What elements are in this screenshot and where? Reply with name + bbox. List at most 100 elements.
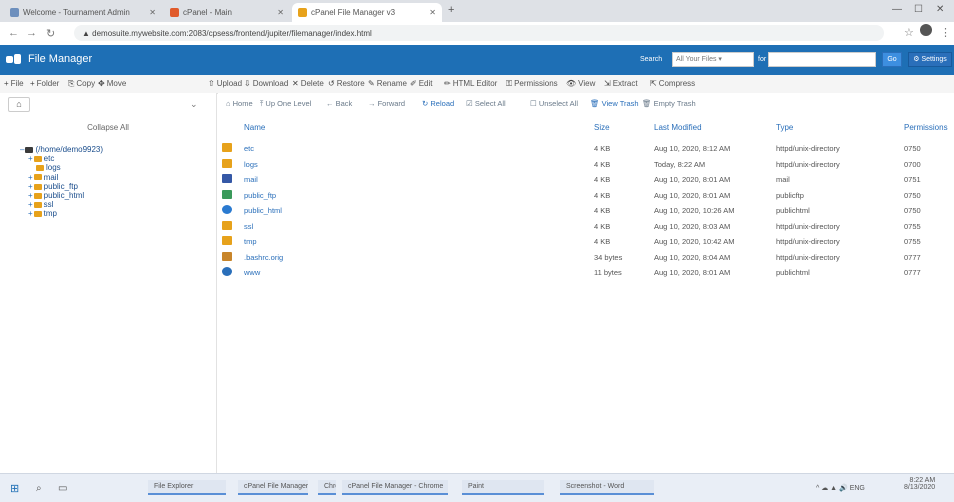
tree-item[interactable]: + etc (28, 154, 54, 163)
select-all-button[interactable]: ☑ Select All (466, 99, 506, 108)
start-button[interactable]: ⊞ (10, 480, 19, 496)
permissions-button[interactable]: ⚿ Permissions (506, 79, 558, 89)
download-button[interactable]: ⇩ Download (244, 79, 288, 88)
tree-item[interactable]: – (/home/demo9923) (20, 145, 103, 154)
browser-menu-icon[interactable]: ⋮ (940, 26, 951, 39)
chevron-down-icon[interactable]: ⌄ (190, 99, 198, 110)
restore-button[interactable]: ↺ Restore (328, 79, 365, 88)
column-header-size[interactable]: Size (594, 123, 610, 132)
search-scope-select[interactable]: All Your Files ▾ (672, 52, 754, 67)
home-button[interactable]: ⌂ Home (226, 99, 253, 108)
expand-icon[interactable]: + (28, 182, 33, 191)
taskbar-app-button[interactable]: Screenshot - Word (560, 480, 654, 495)
column-header-permissions[interactable]: Permissions (904, 123, 948, 132)
browser-tab-2[interactable]: cPanel - Main ✕ (164, 3, 290, 22)
collapse-all-link[interactable]: Collapse All (0, 123, 216, 132)
column-header-name[interactable]: Name (244, 123, 265, 132)
table-row[interactable]: ssl 4 KB Aug 10, 2020, 8:03 AM httpd/unix-d… (218, 218, 954, 234)
file-size: 4 KB (594, 221, 611, 231)
expand-icon[interactable]: + (28, 200, 33, 209)
restore-icon: ↺ (328, 79, 335, 88)
trash-icon: 🗑 (642, 99, 652, 108)
file-last-modified: Aug 10, 2020, 10:42 AM (654, 237, 735, 246)
folder-icon (33, 174, 42, 181)
folder-icon (33, 192, 42, 199)
new-folder-button[interactable]: + Folder (30, 79, 59, 88)
html-editor-button[interactable]: ✏ HTML Editor (444, 79, 497, 88)
column-header-last-modified[interactable]: Last Modified (654, 123, 702, 132)
column-header-type[interactable]: Type (776, 123, 793, 132)
new-file-button[interactable]: + File (4, 79, 24, 88)
view-trash-button[interactable]: 🗑 View Trash (590, 99, 639, 108)
table-row[interactable]: etc 4 KB Aug 10, 2020, 8:12 AM httpd/unix-d… (218, 140, 954, 156)
system-tray[interactable]: ^ ☁ ▲ 🔊 ENG (816, 480, 865, 496)
cpanel-logo-icon[interactable] (6, 53, 22, 66)
tab-close-icon[interactable]: ✕ (277, 8, 284, 17)
tree-item[interactable]: + tmp (28, 209, 57, 218)
copy-button[interactable]: ⎘ Copy (68, 79, 95, 89)
expand-icon[interactable]: + (28, 154, 33, 163)
edit-button[interactable]: ✐ Edit (410, 79, 433, 88)
tree-item-label: public_html (43, 191, 85, 200)
file-name: logs (244, 159, 258, 169)
tree-item[interactable]: + public_ftp (28, 182, 78, 191)
taskbar-app-button[interactable]: File Explorer (148, 480, 226, 495)
search-icon[interactable]: ⌕ (36, 480, 42, 496)
taskbar-app-button[interactable]: Paint (462, 480, 544, 495)
minimize-button[interactable]: — (892, 4, 902, 15)
reload-list-button[interactable]: ↻ Reload (422, 99, 454, 108)
table-row[interactable]: mail 4 KB Aug 10, 2020, 8:01 AM mail 0751 (218, 171, 954, 187)
bookmark-star-icon[interactable]: ☆ (904, 26, 914, 39)
forward-nav-button[interactable]: → Forward (368, 99, 405, 108)
table-row[interactable]: tmp 4 KB Aug 10, 2020, 10:42 AM httpd/unix-… (218, 233, 954, 249)
url-bar[interactable]: ▲ demosuite.mywebsite.com:2083/cpsess/fr… (74, 25, 884, 41)
close-window-button[interactable]: ✕ (936, 4, 944, 15)
table-row[interactable]: .bashrc.orig 34 bytes Aug 10, 2020, 8:04 A… (218, 249, 954, 265)
table-row[interactable]: www 11 bytes Aug 10, 2020, 8:01 AM publicht… (218, 264, 954, 280)
new-tab-button[interactable]: + (448, 4, 454, 16)
expand-icon[interactable]: + (28, 209, 33, 218)
browser-tab-1[interactable]: Welcome - Tournament Admin ✕ (4, 3, 162, 22)
tree-item[interactable]: + public_html (28, 191, 84, 200)
maximize-button[interactable]: ☐ (914, 4, 923, 15)
tree-item[interactable]: logs (36, 163, 61, 172)
forward-button[interactable]: → (26, 27, 37, 39)
expand-icon[interactable]: + (28, 173, 33, 182)
unselect-all-button[interactable]: ☐ Unselect All (530, 99, 578, 108)
profile-avatar[interactable] (920, 24, 932, 36)
table-row[interactable]: public_html 4 KB Aug 10, 2020, 10:26 AM pub… (218, 202, 954, 218)
reload-button[interactable]: ↻ (46, 27, 55, 40)
back-button[interactable]: ← (8, 27, 19, 39)
rename-button[interactable]: ✎ Rename (368, 79, 407, 88)
upload-button[interactable]: ⇧ Upload (208, 79, 242, 88)
taskbar-app-button[interactable]: cPanel File Manager (238, 480, 308, 495)
collapse-icon[interactable]: – (20, 145, 24, 154)
expand-icon[interactable]: + (28, 191, 33, 200)
file-permissions: 0750 (904, 206, 921, 215)
empty-trash-button[interactable]: 🗑 Empty Trash (642, 99, 696, 108)
back-nav-button[interactable]: ← Back (326, 99, 352, 108)
view-button[interactable]: 👁 View (566, 79, 595, 88)
clock[interactable]: 8:22 AM 8/13/2020 (904, 477, 935, 493)
search-input[interactable] (768, 52, 876, 67)
browser-tab-3[interactable]: cPanel File Manager v3 ✕ (292, 3, 442, 22)
taskbar-app-button[interactable]: cPanel File Manager - Chrome (342, 480, 448, 495)
settings-button[interactable]: ⚙ Settings (908, 52, 952, 67)
tree-item[interactable]: + ssl (28, 200, 53, 209)
table-row[interactable]: public_ftp 4 KB Aug 10, 2020, 8:01 AM publi… (218, 187, 954, 203)
delete-button[interactable]: ✕ Delete (292, 79, 324, 88)
task-view-icon[interactable]: ▭ (58, 480, 67, 496)
up-one-level-button[interactable]: ⤒ Up One Level (260, 99, 311, 109)
taskbar-app-button[interactable]: Chrome (318, 480, 336, 495)
extract-button[interactable]: ⇲ Extract (604, 79, 638, 88)
tab-close-icon[interactable]: ✕ (429, 8, 436, 17)
move-button[interactable]: ✥ Move (98, 79, 126, 88)
table-row[interactable]: logs 4 KB Today, 8:22 AM httpd/unix-directo… (218, 156, 954, 172)
home-icon[interactable]: ⌂ (8, 97, 30, 112)
go-button[interactable]: Go (882, 52, 902, 67)
compress-button[interactable]: ⇱ Compress (650, 79, 695, 88)
tree-item[interactable]: + mail (28, 173, 58, 182)
file-type: httpd/unix-directory (776, 237, 840, 246)
tree-item-label: mail (43, 172, 59, 182)
tab-close-icon[interactable]: ✕ (149, 8, 156, 17)
